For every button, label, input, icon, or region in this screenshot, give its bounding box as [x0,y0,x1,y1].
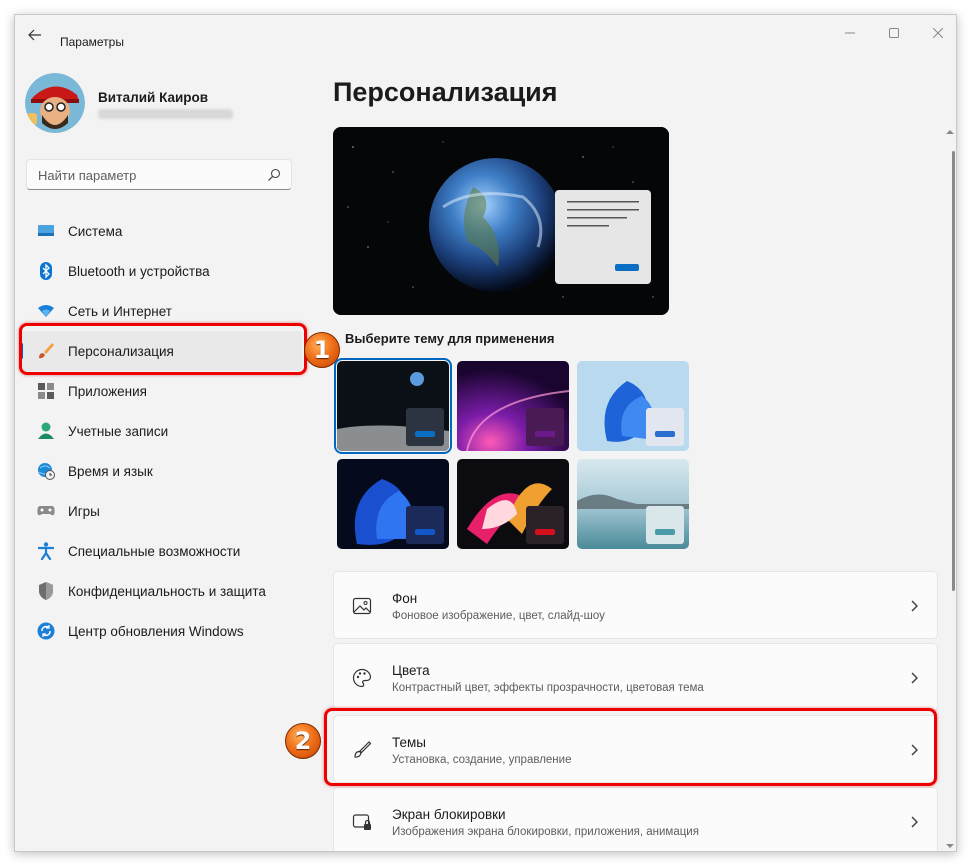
theme-tile [646,506,684,544]
sidebar-item-windows-update[interactable]: Центр обновления Windows [20,611,302,651]
card-subtitle: Изображения экрана блокировки, приложени… [392,826,699,838]
theme-accent-swatch [655,431,675,437]
account-icon [37,422,55,440]
update-icon [37,622,55,640]
sidebar-item-privacy[interactable]: Конфиденциальность и защита [20,571,302,611]
card-subtitle: Контрастный цвет, эффекты прозрачности, … [392,682,704,694]
sidebar-item-label: Специальные возможности [68,543,241,559]
chevron-right-icon [911,600,918,612]
sidebar-item-label: Конфиденциальность и защита [68,583,266,599]
sidebar-item-bluetooth[interactable]: Bluetooth и устройства [20,251,302,291]
theme-tile [526,408,564,446]
sidebar-item-system[interactable]: Система [20,211,302,251]
image-icon [352,597,372,615]
sidebar-item-apps[interactable]: Приложения [20,371,302,411]
chevron-right-icon [911,816,918,828]
user-email-redacted [98,109,233,119]
card-title: Цвета [392,663,430,678]
minimize-button[interactable] [835,23,865,43]
page-title: Персонализация [333,77,558,107]
annotation-highlight-1 [19,323,307,375]
sidebar-item-accessibility[interactable]: Специальные возможности [20,531,302,571]
sidebar-item-label: Время и язык [68,463,153,479]
settings-window: Параметры Виталий Каиров Найти параметр [14,14,957,852]
theme-accent-swatch [415,529,435,535]
avatar[interactable] [25,73,85,133]
theme-preview-image [333,127,669,315]
card-subtitle: Фоновое изображение, цвет, слайд-шоу [392,610,605,622]
theme-option-glow[interactable] [457,361,569,451]
arrow-left-icon [28,29,41,41]
shield-icon [37,582,55,600]
close-button[interactable] [923,23,953,43]
theme-accent-swatch [535,529,555,535]
sidebar-item-time-language[interactable]: Время и язык [20,451,302,491]
choose-theme-label: Выберите тему для применения [345,331,555,346]
app-title: Параметры [60,35,124,49]
theme-accent-swatch [535,431,555,437]
system-icon [37,222,55,240]
search-icon [268,168,281,181]
sidebar-item-label: Игры [68,503,100,519]
theme-option-captured-motion[interactable] [457,459,569,549]
bluetooth-icon [37,262,55,280]
card-title: Экран блокировки [392,807,506,822]
wifi-icon [37,302,55,320]
sidebar-nav: Система Bluetooth и устройства Сеть и Ин… [20,211,302,651]
gamepad-icon [37,502,55,520]
sidebar-item-label: Приложения [68,383,147,399]
scrollbar-thumb[interactable] [952,151,955,591]
sidebar-item-label: Bluetooth и устройства [68,263,210,279]
annotation-badge-1: 1 [304,332,340,368]
theme-option-bloom-light[interactable] [577,361,689,451]
maximize-button[interactable] [879,23,909,43]
theme-accent-swatch [655,529,675,535]
back-button[interactable] [24,24,46,46]
accessibility-icon [37,542,55,560]
minimize-icon [845,32,855,34]
search-box[interactable]: Найти параметр [26,159,292,190]
sidebar-item-gaming[interactable]: Игры [20,491,302,531]
maximize-icon [889,28,899,38]
globe-clock-icon [37,462,55,480]
avatar-image [25,73,85,133]
sidebar-item-label: Учетные записи [68,423,169,439]
theme-option-earth[interactable] [334,358,452,454]
annotation-highlight-2 [324,708,937,786]
sidebar-item-label: Система [68,223,123,239]
setting-card-lock-screen[interactable]: Экран блокировки Изображения экрана блок… [333,787,938,851]
sidebar-item-label: Сеть и Интернет [68,303,172,319]
close-icon [933,28,943,38]
lock-screen-icon [352,814,371,830]
user-name: Виталий Каиров [98,90,209,105]
setting-card-background[interactable]: Фон Фоновое изображение, цвет, слайд-шоу [333,571,938,639]
scroll-up-icon[interactable] [945,127,955,137]
theme-preview [333,127,669,315]
sidebar-item-accounts[interactable]: Учетные записи [20,411,302,451]
title-bar: Параметры [15,15,956,51]
theme-tile [406,506,444,544]
theme-accent-swatch [415,431,435,437]
search-placeholder: Найти параметр [38,168,137,183]
palette-icon [352,668,372,688]
theme-tile [646,408,684,446]
theme-option-sunrise[interactable] [577,459,689,549]
card-title: Фон [392,591,418,606]
annotation-badge-2: 2 [285,723,321,759]
chevron-right-icon [911,672,918,684]
theme-tile [526,506,564,544]
scroll-down-icon[interactable] [945,841,955,851]
theme-tile [406,408,444,446]
setting-card-colors[interactable]: Цвета Контрастный цвет, эффекты прозрачн… [333,643,938,711]
apps-icon [37,382,55,400]
sidebar-item-label: Центр обновления Windows [68,623,244,639]
theme-option-bloom-dark[interactable] [337,459,449,549]
